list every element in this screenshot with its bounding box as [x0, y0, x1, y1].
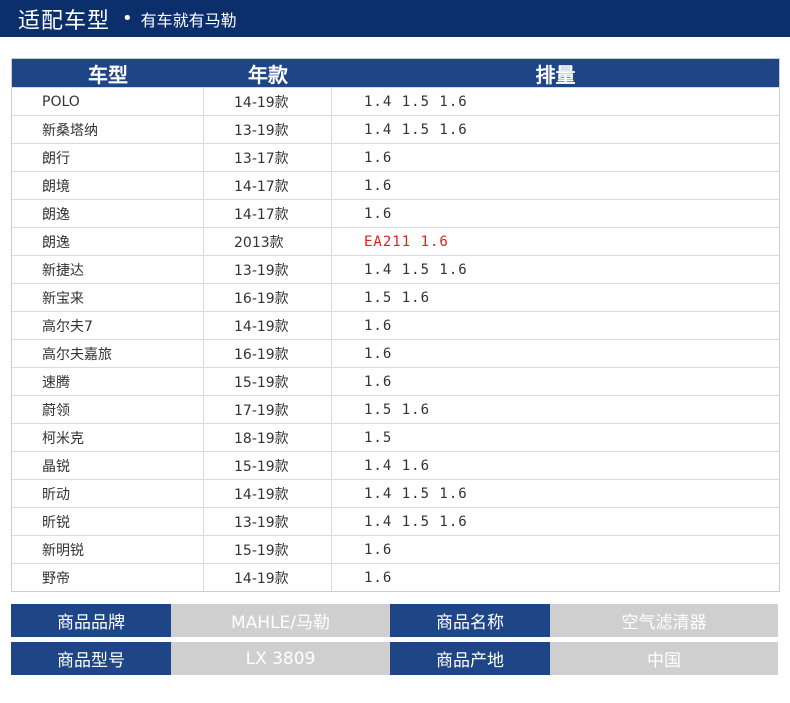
cell-year: 13-19款	[204, 508, 332, 535]
table-row: 高尔夫嘉旅 16-19款 1.6	[12, 339, 779, 367]
cell-displacement: 1.6	[364, 373, 393, 390]
cell-year: 14-19款	[204, 480, 332, 507]
table-row: 新桑塔纳 13-19款 1.4 1.5 1.6	[12, 115, 779, 143]
cell-displacement: 1.4 1.6	[364, 457, 431, 474]
bullet-icon: •	[122, 8, 133, 29]
cell-displacement: 1.6	[364, 317, 393, 334]
cell-model: 晶锐	[12, 452, 204, 479]
column-header-model: 车型	[88, 62, 128, 87]
cell-year: 17-19款	[204, 396, 332, 423]
column-header-displacement: 排量	[535, 62, 576, 87]
spec-row-1: 商品品牌 MAHLE/马勒 商品名称 空气滤清器	[11, 604, 778, 637]
spec-label-name: 商品名称	[390, 604, 550, 637]
table-row: 新宝来 16-19款 1.5 1.6	[12, 283, 779, 311]
spec-value-model: LX 3809	[171, 642, 390, 675]
cell-year: 13-19款	[204, 256, 332, 283]
table-row: 新明锐 15-19款 1.6	[12, 535, 779, 563]
cell-year: 16-19款	[204, 284, 332, 311]
cell-model: 朗逸	[12, 228, 204, 255]
table-row: 蔚领 17-19款 1.5 1.6	[12, 395, 779, 423]
page-title: 适配车型	[18, 8, 111, 34]
table-row: 朗行 13-17款 1.6	[12, 143, 779, 171]
table-header: 车型 年款 排量	[12, 59, 779, 87]
cell-displacement: 1.4 1.5 1.6	[364, 485, 468, 502]
cell-displacement: 1.6	[364, 541, 393, 558]
table-row: 柯米克 18-19款 1.5	[12, 423, 779, 451]
cell-model: 昕动	[12, 480, 204, 507]
spec-label-brand: 商品品牌	[11, 604, 171, 637]
table-row: POLO 14-19款 1.4 1.5 1.6	[12, 87, 779, 115]
table-body: POLO 14-19款 1.4 1.5 1.6 新桑塔纳 13-19款 1.4 1.5 1…	[12, 87, 779, 591]
cell-year: 15-19款	[204, 368, 332, 395]
compatibility-table: 车型 年款 排量 POLO 14-19款 1.4 1.5 1.6 新桑塔纳 13-19款…	[11, 58, 780, 592]
cell-displacement: 1.4 1.5 1.6	[364, 93, 468, 110]
cell-model: 高尔夫7	[12, 312, 204, 339]
spec-label-origin: 商品产地	[390, 642, 550, 675]
cell-displacement: 1.6	[364, 177, 393, 194]
spec-value-name: 空气滤清器	[550, 604, 778, 637]
cell-model: 朗逸	[12, 200, 204, 227]
cell-displacement: 1.6	[364, 345, 393, 362]
cell-model: 新捷达	[12, 256, 204, 283]
table-row: 昕动 14-19款 1.4 1.5 1.6	[12, 479, 779, 507]
cell-year: 14-19款	[204, 564, 332, 591]
cell-displacement: 1.6	[364, 149, 393, 166]
cell-year: 13-19款	[204, 116, 332, 143]
cell-displacement: 1.5 1.6	[364, 401, 431, 418]
cell-displacement: 1.6	[364, 205, 393, 222]
table-row: 高尔夫7 14-19款 1.6	[12, 311, 779, 339]
cell-year: 15-19款	[204, 536, 332, 563]
cell-displacement: 1.5 1.6	[364, 289, 431, 306]
table-row: 朗逸 14-17款 1.6	[12, 199, 779, 227]
cell-model: 新桑塔纳	[12, 116, 204, 143]
table-row: 新捷达 13-19款 1.4 1.5 1.6	[12, 255, 779, 283]
cell-year: 15-19款	[204, 452, 332, 479]
cell-model: POLO	[12, 88, 204, 115]
cell-displacement: 1.4 1.5 1.6	[364, 121, 468, 138]
cell-model: 朗境	[12, 172, 204, 199]
cell-model: 昕锐	[12, 508, 204, 535]
cell-year: 13-17款	[204, 144, 332, 171]
table-row: 野帝 14-19款 1.6	[12, 563, 779, 591]
cell-model: 朗行	[12, 144, 204, 171]
cell-displacement: EA211 1.6	[364, 233, 449, 250]
table-row: 朗境 14-17款 1.6	[12, 171, 779, 199]
cell-displacement: 1.5	[364, 429, 393, 446]
cell-model: 蔚领	[12, 396, 204, 423]
spec-row-2: 商品型号 LX 3809 商品产地 中国	[11, 642, 778, 675]
header-banner: 适配车型 • 有车就有马勒	[0, 0, 790, 37]
cell-displacement: 1.4 1.5 1.6	[364, 261, 468, 278]
table-row: 速腾 15-19款 1.6	[12, 367, 779, 395]
cell-model: 新宝来	[12, 284, 204, 311]
table-row: 昕锐 13-19款 1.4 1.5 1.6	[12, 507, 779, 535]
cell-year: 14-19款	[204, 312, 332, 339]
cell-year: 14-17款	[204, 172, 332, 199]
spec-label-model: 商品型号	[11, 642, 171, 675]
cell-model: 野帝	[12, 564, 204, 591]
column-header-year: 年款	[248, 62, 288, 87]
cell-model: 高尔夫嘉旅	[12, 340, 204, 367]
cell-year: 18-19款	[204, 424, 332, 451]
cell-year: 14-19款	[204, 88, 332, 115]
spec-value-origin: 中国	[550, 642, 778, 675]
table-row: 晶锐 15-19款 1.4 1.6	[12, 451, 779, 479]
cell-displacement: 1.6	[364, 569, 393, 586]
cell-displacement: 1.4 1.5 1.6	[364, 513, 468, 530]
cell-year: 2013款	[204, 228, 332, 255]
cell-year: 14-17款	[204, 200, 332, 227]
cell-model: 柯米克	[12, 424, 204, 451]
spec-value-brand: MAHLE/马勒	[171, 604, 390, 637]
cell-model: 速腾	[12, 368, 204, 395]
table-row: 朗逸 2013款 EA211 1.6	[12, 227, 779, 255]
page-subtitle: 有车就有马勒	[140, 10, 237, 30]
cell-year: 16-19款	[204, 340, 332, 367]
cell-model: 新明锐	[12, 536, 204, 563]
